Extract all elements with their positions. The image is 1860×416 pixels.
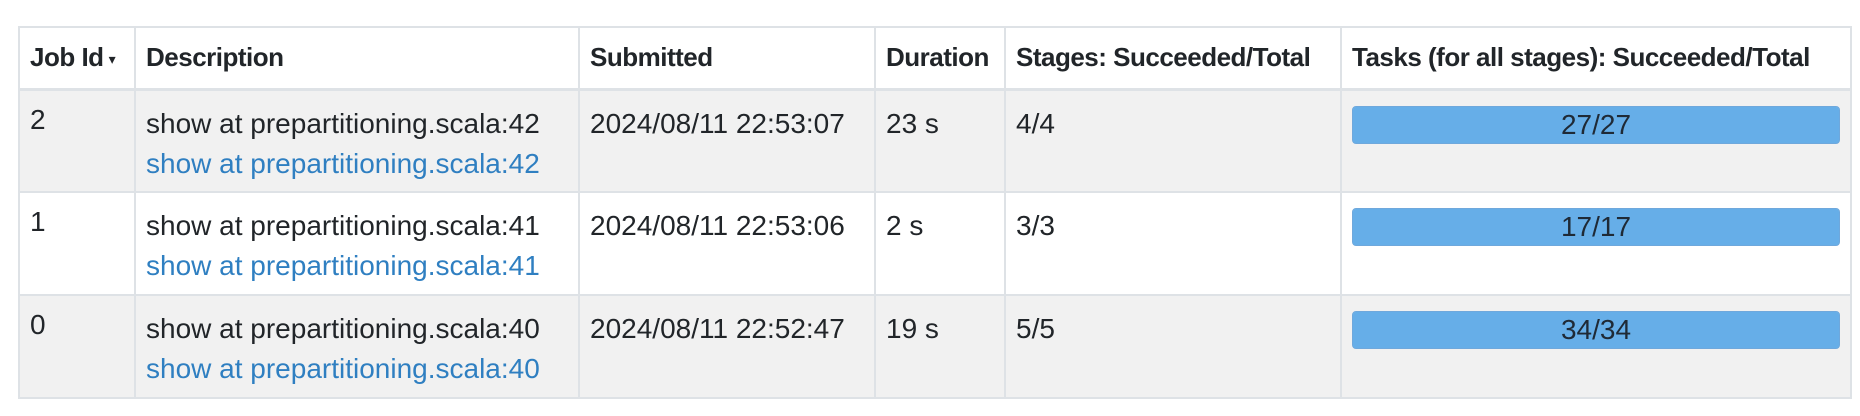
- job-description: show at prepartitioning.scala:41: [146, 210, 540, 241]
- job-detail-link[interactable]: show at prepartitioning.scala:41: [146, 246, 568, 286]
- job-detail-link[interactable]: show at prepartitioning.scala:40: [146, 349, 568, 389]
- table-row: 1 show at prepartitioning.scala:41 show …: [19, 192, 1852, 296]
- column-header-description[interactable]: Description: [135, 27, 580, 91]
- table-header-row: Job Id ▾ Description Submitted Duration S…: [19, 27, 1852, 91]
- duration-cell: 23 s: [875, 89, 1006, 193]
- description-cell: show at prepartitioning.scala:42 show at…: [135, 89, 580, 193]
- duration-value: 2 s: [886, 210, 924, 241]
- stages-value: 4/4: [1016, 107, 1055, 139]
- job-description: show at prepartitioning.scala:40: [146, 313, 540, 344]
- submitted-cell: 2024/08/11 22:53:07: [579, 89, 876, 193]
- table-row: 0 show at prepartitioning.scala:40 show …: [19, 295, 1852, 399]
- jobs-table: Job Id ▾ Description Submitted Duration S…: [18, 26, 1852, 399]
- tasks-cell: 17/17: [1341, 192, 1852, 296]
- column-header-submitted[interactable]: Submitted: [579, 27, 876, 91]
- submitted-time: 2024/08/11 22:53:06: [590, 210, 845, 241]
- job-id-cell: 1: [19, 192, 136, 296]
- submitted-cell: 2024/08/11 22:52:47: [579, 295, 876, 399]
- duration-value: 19 s: [886, 313, 939, 344]
- submitted-cell: 2024/08/11 22:53:06: [579, 192, 876, 296]
- stages-cell: 3/3: [1005, 192, 1342, 296]
- stages-value: 3/3: [1016, 210, 1055, 241]
- tasks-progress-label: 27/27: [1560, 108, 1632, 140]
- sort-descending-icon: ▾: [108, 50, 116, 67]
- stages-value: 5/5: [1016, 313, 1055, 344]
- tasks-progress-label: 17/17: [1560, 211, 1632, 242]
- duration-cell: 19 s: [875, 295, 1006, 399]
- tasks-progress-bar: 34/34: [1352, 311, 1840, 349]
- stages-cell: 4/4: [1005, 89, 1342, 193]
- column-header-duration[interactable]: Duration: [875, 27, 1006, 91]
- job-detail-link[interactable]: show at prepartitioning.scala:42: [146, 144, 568, 184]
- description-cell: show at prepartitioning.scala:40 show at…: [135, 295, 580, 399]
- tasks-progress-label: 34/34: [1560, 314, 1632, 345]
- stages-cell: 5/5: [1005, 295, 1342, 399]
- duration-cell: 2 s: [875, 192, 1006, 296]
- submitted-time: 2024/08/11 22:53:07: [590, 107, 845, 139]
- tasks-progress-bar: 17/17: [1352, 208, 1840, 246]
- column-header-tasks[interactable]: Tasks (for all stages): Succeeded/Total: [1341, 27, 1852, 91]
- job-description: show at prepartitioning.scala:42: [146, 107, 540, 139]
- job-id-cell: 2: [19, 89, 136, 193]
- tasks-cell: 27/27: [1341, 89, 1852, 193]
- description-cell: show at prepartitioning.scala:41 show at…: [135, 192, 580, 296]
- column-header-stages[interactable]: Stages: Succeeded/Total: [1005, 27, 1342, 91]
- column-header-job-id[interactable]: Job Id ▾: [19, 27, 136, 91]
- job-id-cell: 0: [19, 295, 136, 399]
- tasks-cell: 34/34: [1341, 295, 1852, 399]
- duration-value: 23 s: [886, 107, 939, 139]
- job-id-header-label: Job Id: [30, 42, 104, 73]
- table-row: 2 show at prepartitioning.scala:42 show …: [19, 89, 1852, 193]
- submitted-time: 2024/08/11 22:52:47: [590, 313, 845, 344]
- tasks-progress-bar: 27/27: [1352, 105, 1840, 144]
